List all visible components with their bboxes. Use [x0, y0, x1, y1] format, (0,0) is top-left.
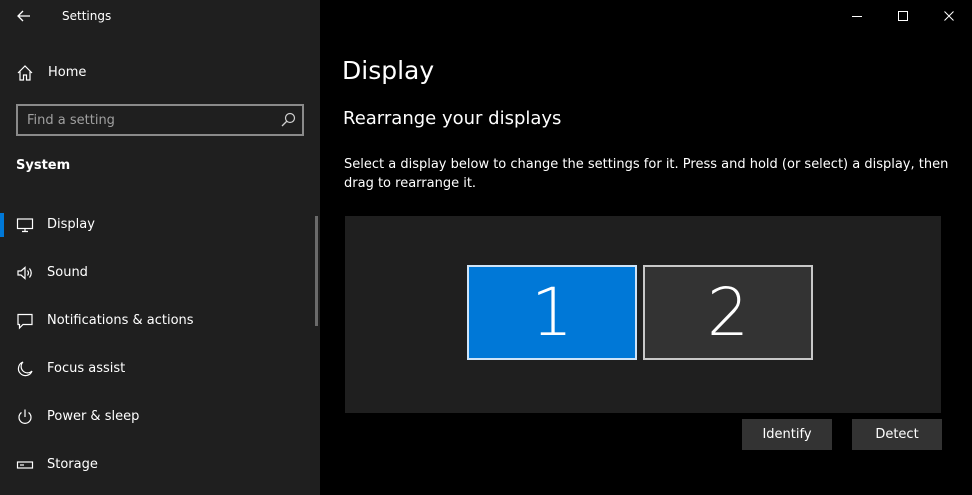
sidebar-item-storage[interactable]: Storage: [0, 445, 316, 485]
display-arrangement-area: 1 2: [345, 216, 941, 413]
sidebar-item-label: Display: [47, 217, 95, 232]
home-icon: [17, 65, 33, 81]
minimize-button[interactable]: [834, 0, 880, 32]
sidebar-item-power-sleep[interactable]: Power & sleep: [0, 397, 316, 437]
minimize-icon: [852, 16, 862, 17]
speaker-icon: [17, 266, 32, 280]
sidebar-item-label: Power & sleep: [47, 409, 140, 424]
selection-indicator: [0, 213, 4, 237]
display-1-tile[interactable]: 1: [467, 265, 637, 360]
search-input[interactable]: [18, 106, 277, 134]
sidebar-item-display[interactable]: Display: [0, 205, 316, 245]
identify-button[interactable]: Identify: [742, 419, 832, 450]
maximize-icon: [898, 11, 908, 21]
sidebar-item-label: Focus assist: [47, 361, 126, 376]
back-button[interactable]: [10, 4, 38, 28]
settings-window: Settings Home System Display: [0, 0, 972, 495]
sidebar-item-notifications[interactable]: Notifications & actions: [0, 301, 316, 341]
sidebar-item-focus-assist[interactable]: Focus assist: [0, 349, 316, 389]
message-icon: [17, 313, 33, 330]
app-title: Settings: [62, 9, 112, 23]
monitor-icon: [16, 218, 34, 233]
section-subtitle: Rearrange your displays: [343, 108, 562, 129]
close-button[interactable]: [926, 0, 972, 32]
page-title: Display: [342, 56, 435, 85]
description-text: Select a display below to change the set…: [344, 157, 949, 191]
close-icon: [944, 11, 954, 21]
title-bar: Settings: [0, 0, 320, 32]
power-icon: [18, 409, 32, 424]
home-nav-item[interactable]: Home: [0, 58, 320, 88]
sidebar-item-label: Notifications & actions: [47, 313, 194, 328]
storage-icon: [16, 461, 34, 469]
sidebar: Settings Home System Display: [0, 0, 320, 495]
back-arrow-icon: [17, 10, 30, 22]
home-label: Home: [48, 65, 87, 80]
sidebar-item-label: Sound: [47, 265, 88, 280]
main-content: Display Rearrange your displays Select a…: [320, 0, 972, 495]
search-box: [16, 104, 304, 136]
sidebar-item-label: Storage: [47, 457, 98, 472]
sidebar-item-sound[interactable]: Sound: [0, 253, 316, 293]
sidebar-scrollbar[interactable]: [315, 216, 318, 326]
maximize-button[interactable]: [880, 0, 926, 32]
section-title: System: [16, 158, 71, 173]
search-icon[interactable]: [280, 112, 296, 128]
detect-button[interactable]: Detect: [852, 419, 942, 450]
display-2-tile[interactable]: 2: [643, 265, 813, 360]
moon-icon: [17, 361, 33, 377]
